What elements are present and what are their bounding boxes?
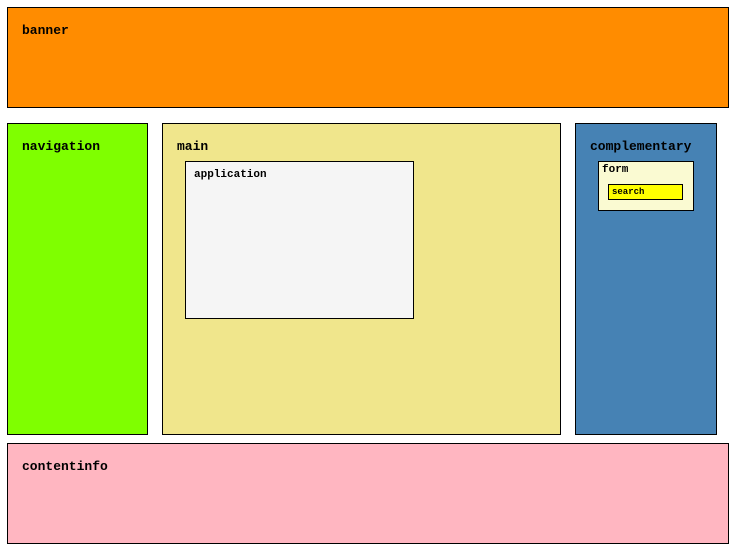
application-label: application bbox=[194, 169, 267, 181]
application-region: application bbox=[185, 161, 414, 319]
banner-label: banner bbox=[22, 23, 69, 38]
banner-region: banner bbox=[7, 7, 729, 108]
search-region[interactable]: search bbox=[608, 184, 683, 200]
form-region: form search bbox=[598, 161, 694, 211]
main-region: main application bbox=[162, 123, 561, 435]
form-label: form bbox=[602, 164, 629, 176]
navigation-label: navigation bbox=[22, 139, 101, 154]
navigation-region: navigation bbox=[7, 123, 148, 435]
contentinfo-label: contentinfo bbox=[22, 459, 108, 474]
contentinfo-region: contentinfo bbox=[7, 443, 729, 544]
complementary-label: complementary bbox=[590, 139, 692, 154]
main-label: main bbox=[177, 139, 209, 154]
complementary-region: complementary form search bbox=[575, 123, 717, 435]
search-label: search bbox=[612, 187, 645, 197]
